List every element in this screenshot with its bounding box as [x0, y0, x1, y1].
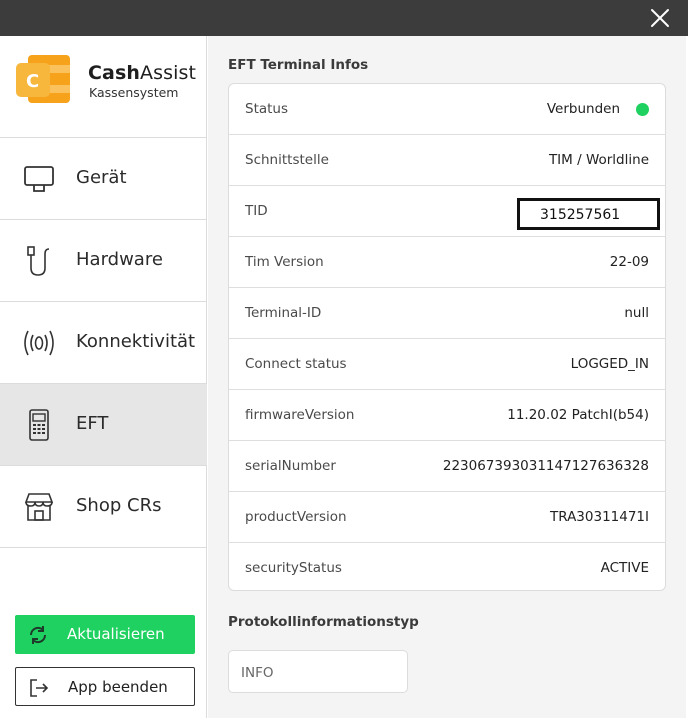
- brand-subtitle: Kassensystem: [89, 85, 179, 100]
- info-key: securityStatus: [245, 560, 342, 576]
- info-row: Connect status LOGGED_IN: [229, 339, 665, 390]
- cashassist-logo-icon: C: [16, 55, 70, 103]
- sidebar-item-label: Konnektivität: [76, 331, 196, 352]
- info-value: ACTIVE: [600, 560, 649, 576]
- sidebar-item-shop-crs[interactable]: Shop CRs: [0, 466, 207, 548]
- store-icon: [24, 493, 54, 521]
- sidebar-item-label: Hardware: [76, 249, 163, 270]
- sidebar-item-geraet[interactable]: Gerät: [0, 138, 207, 220]
- svg-text:C: C: [26, 71, 39, 92]
- exit-app-button[interactable]: App beenden: [15, 667, 195, 706]
- main-content: EFT Terminal Infos Status Verbunden Schn…: [208, 36, 686, 718]
- close-icon[interactable]: [648, 6, 672, 30]
- info-key: Status: [245, 101, 289, 117]
- section-title: EFT Terminal Infos: [228, 57, 369, 73]
- sidebar-item-label: Gerät: [76, 167, 127, 188]
- info-key: TID: [245, 203, 268, 219]
- info-value: null: [624, 305, 649, 321]
- info-key: serialNumber: [245, 458, 336, 474]
- refresh-button-label: Aktualisieren: [67, 625, 165, 643]
- cable-icon: [27, 246, 50, 276]
- info-row: Status Verbunden: [229, 84, 665, 135]
- info-value: TIM / Worldline: [548, 152, 649, 168]
- protocol-section-title: Protokollinformationstyp: [228, 614, 419, 630]
- refresh-button[interactable]: Aktualisieren: [15, 615, 195, 654]
- info-value: LOGGED_IN: [570, 356, 649, 372]
- tid-value-box: 315257561: [517, 198, 660, 230]
- info-row: productVersion TRA30311471I: [229, 492, 665, 543]
- sidebar-item-eft[interactable]: EFT: [0, 384, 207, 466]
- info-row: Schnittstelle TIM / Worldline: [229, 135, 665, 186]
- sidebar-item-label: EFT: [76, 413, 109, 434]
- sidebar-item-hardware[interactable]: Hardware: [0, 220, 207, 302]
- brand-name: CashAssist: [88, 62, 197, 84]
- info-value: 22-09: [609, 254, 649, 270]
- info-row: Terminal-ID null: [229, 288, 665, 339]
- info-row: TID 315257561: [229, 186, 665, 237]
- brand-logo: C CashAssist Kassensystem: [0, 36, 207, 138]
- refresh-icon: [29, 626, 47, 644]
- info-row: serialNumber 22306739303114712763632​8: [229, 441, 665, 492]
- info-value: 315257561: [540, 207, 621, 223]
- protocol-type-value: INFO: [241, 665, 274, 681]
- info-value: 22306739303114712763632​8: [442, 458, 649, 474]
- info-key: productVersion: [245, 509, 347, 525]
- info-row: Tim Version 22-09: [229, 237, 665, 288]
- wireless-icon: [24, 330, 54, 356]
- sidebar-item-label: Shop CRs: [76, 495, 162, 516]
- sidebar-item-konnektivitaet[interactable]: Konnektivität: [0, 302, 207, 384]
- info-value: TRA30311471I: [549, 509, 649, 525]
- info-row: securityStatus ACTIVE: [229, 543, 665, 590]
- info-value: Verbunden: [546, 101, 620, 117]
- exit-app-button-label: App beenden: [68, 678, 168, 696]
- eft-info-card: Status Verbunden Schnittstelle TIM / Wor…: [228, 83, 666, 591]
- protocol-type-field[interactable]: INFO: [228, 650, 408, 693]
- info-key: Connect status: [245, 356, 347, 372]
- logout-icon: [30, 679, 49, 697]
- info-key: firmwareVersion: [245, 407, 355, 423]
- info-key: Tim Version: [245, 254, 324, 270]
- monitor-icon: [24, 166, 54, 192]
- card-terminal-icon: [29, 409, 49, 441]
- title-bar: [0, 0, 688, 36]
- info-key: Schnittstelle: [245, 152, 329, 168]
- status-indicator: [636, 103, 649, 116]
- info-value: 11.20.02 PatchI(b54): [507, 407, 649, 423]
- sidebar: C CashAssist Kassensystem Gerät Hardware…: [0, 36, 207, 718]
- info-key: Terminal-ID: [245, 305, 322, 321]
- info-row: firmwareVersion 11.20.02 PatchI(b54): [229, 390, 665, 441]
